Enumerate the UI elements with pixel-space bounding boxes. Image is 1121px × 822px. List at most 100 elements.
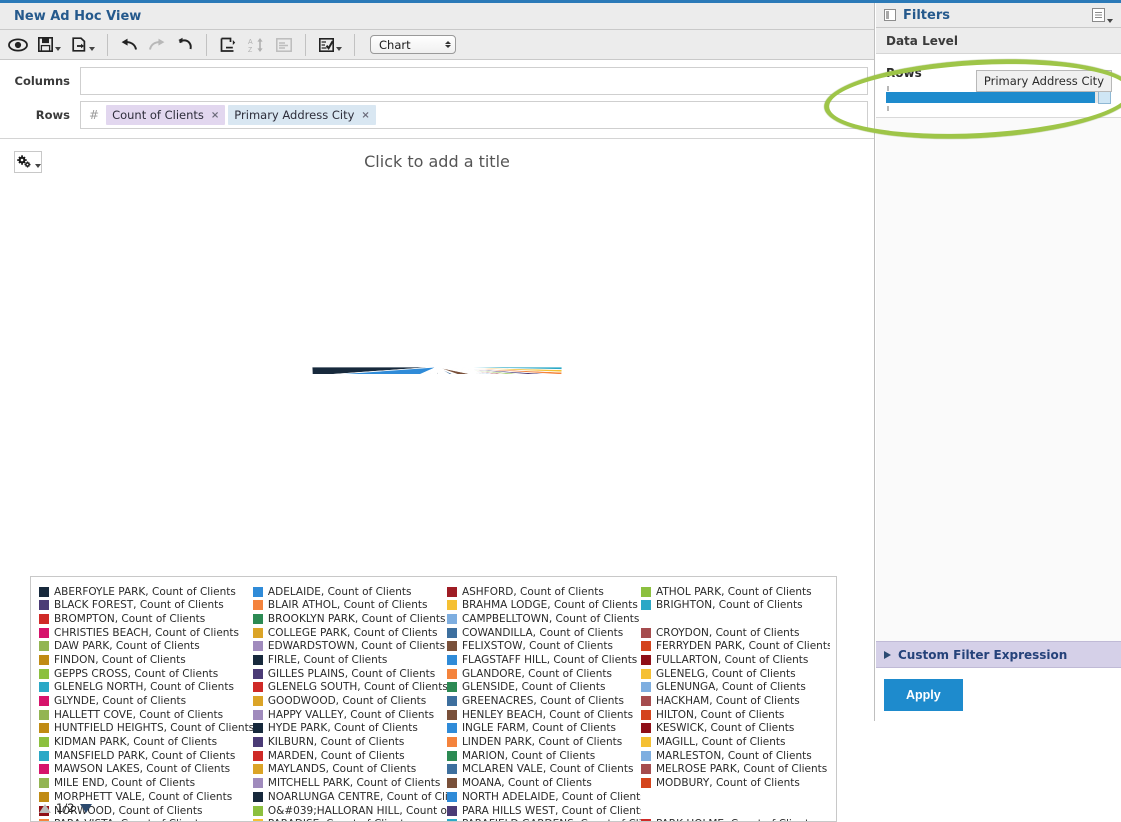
legend-item[interactable]: O&#039;HALLORAN HILL, Count of Clients bbox=[253, 805, 447, 817]
legend-item[interactable]: FELIXSTOW, Count of Clients bbox=[447, 640, 641, 652]
legend-item[interactable]: HACKHAM, Count of Clients bbox=[641, 695, 830, 707]
legend-item[interactable]: FLAGSTAFF HILL, Count of Clients bbox=[447, 654, 641, 666]
legend-item[interactable]: BRIGHTON, Count of Clients bbox=[641, 599, 830, 611]
display-options-icon[interactable] bbox=[313, 32, 347, 58]
legend-item[interactable]: GLENELG SOUTH, Count of Clients bbox=[253, 681, 447, 693]
legend-item[interactable]: MARION, Count of Clients bbox=[447, 750, 641, 762]
panel-toggle-icon[interactable] bbox=[884, 9, 896, 21]
rows-slider-knob[interactable] bbox=[1098, 91, 1111, 104]
legend-item[interactable]: BROMPTON, Count of Clients bbox=[39, 613, 253, 625]
revert-icon[interactable] bbox=[171, 32, 199, 58]
legend-item[interactable]: GILLES PLAINS, Count of Clients bbox=[253, 668, 447, 680]
legend-item[interactable]: LINDEN PARK, Count of Clients bbox=[447, 736, 641, 748]
legend-item[interactable]: PARADISE, Count of Clients bbox=[253, 818, 447, 822]
filters-menu-icon[interactable] bbox=[1092, 8, 1105, 22]
legend-item[interactable]: BROOKLYN PARK, Count of Clients bbox=[253, 613, 447, 625]
chip-remove-icon[interactable]: × bbox=[361, 110, 369, 121]
legend-item[interactable]: HUNTFIELD HEIGHTS, Count of Clients bbox=[39, 722, 253, 734]
save-dropdown-caret[interactable] bbox=[55, 47, 61, 51]
legend-item[interactable]: CAMPBELLTOWN, Count of Clients bbox=[447, 613, 641, 625]
rows-dropzone[interactable]: # Count of Clients × Primary Address Cit… bbox=[80, 101, 868, 129]
legend-item[interactable]: MANSFIELD PARK, Count of Clients bbox=[39, 750, 253, 762]
legend-item[interactable]: MAWSON LAKES, Count of Clients bbox=[39, 763, 253, 775]
triangle-down-icon[interactable] bbox=[80, 804, 92, 813]
chart-legend[interactable]: ABERFOYLE PARK, Count of ClientsADELAIDE… bbox=[30, 576, 837, 822]
legend-item[interactable]: HENLEY BEACH, Count of Clients bbox=[447, 709, 641, 721]
legend-item[interactable]: KILBURN, Count of Clients bbox=[253, 736, 447, 748]
summary-icon[interactable] bbox=[270, 32, 298, 58]
legend-item[interactable]: FIRLE, Count of Clients bbox=[253, 654, 447, 666]
legend-item[interactable]: MOANA, Count of Clients bbox=[447, 777, 641, 789]
legend-item[interactable]: PARAFIELD GARDENS, Count of Clients bbox=[447, 818, 641, 822]
field-chip-primary-address-city[interactable]: Primary Address City × bbox=[228, 105, 375, 125]
legend-item[interactable]: MITCHELL PARK, Count of Clients bbox=[253, 777, 447, 789]
legend-item[interactable]: DAW PARK, Count of Clients bbox=[39, 640, 253, 652]
legend-item[interactable]: CROYDON, Count of Clients bbox=[641, 627, 830, 639]
apply-button[interactable]: Apply bbox=[884, 679, 963, 711]
legend-item[interactable]: MCLAREN VALE, Count of Clients bbox=[447, 763, 641, 775]
legend-item[interactable]: INGLE FARM, Count of Clients bbox=[447, 722, 641, 734]
legend-item[interactable]: HILTON, Count of Clients bbox=[641, 709, 830, 721]
legend-item[interactable]: NORTH ADELAIDE, Count of Clients bbox=[447, 791, 641, 803]
legend-item[interactable]: HALLETT COVE, Count of Clients bbox=[39, 709, 253, 721]
legend-item[interactable]: BLACK FOREST, Count of Clients bbox=[39, 599, 253, 611]
legend-item[interactable]: GEPPS CROSS, Count of Clients bbox=[39, 668, 253, 680]
preview-eye-icon[interactable] bbox=[4, 32, 32, 58]
legend-item[interactable]: GLENSIDE, Count of Clients bbox=[447, 681, 641, 693]
legend-item[interactable]: CHRISTIES BEACH, Count of Clients bbox=[39, 627, 253, 639]
triangle-up-icon[interactable] bbox=[39, 804, 51, 813]
export-icon[interactable] bbox=[66, 32, 100, 58]
legend-item[interactable]: GREENACRES, Count of Clients bbox=[447, 695, 641, 707]
display-options-caret[interactable] bbox=[336, 47, 342, 51]
legend-item[interactable]: MAGILL, Count of Clients bbox=[641, 736, 830, 748]
custom-filter-expression-section[interactable]: Custom Filter Expression bbox=[876, 641, 1121, 668]
legend-item[interactable]: KESWICK, Count of Clients bbox=[641, 722, 830, 734]
legend-item[interactable]: MODBURY, Count of Clients bbox=[641, 777, 830, 789]
legend-item[interactable]: HAPPY VALLEY, Count of Clients bbox=[253, 709, 447, 721]
rows-slider-track[interactable]: Primary Address City bbox=[886, 92, 1111, 103]
legend-item[interactable]: KIDMAN PARK, Count of Clients bbox=[39, 736, 253, 748]
legend-item[interactable]: ATHOL PARK, Count of Clients bbox=[641, 586, 830, 598]
legend-item[interactable]: MARLESTON, Count of Clients bbox=[641, 750, 830, 762]
chart-title-placeholder[interactable]: Click to add a title bbox=[0, 152, 874, 171]
pie-chart[interactable] bbox=[0, 229, 874, 374]
legend-item[interactable]: ABERFOYLE PARK, Count of Clients bbox=[39, 586, 253, 598]
save-icon[interactable] bbox=[32, 32, 66, 58]
pie-chart-svg[interactable] bbox=[302, 229, 572, 374]
columns-dropzone[interactable] bbox=[80, 67, 868, 95]
legend-item[interactable]: HYDE PARK, Count of Clients bbox=[253, 722, 447, 734]
legend-item[interactable]: GLENELG, Count of Clients bbox=[641, 668, 830, 680]
filters-menu-caret[interactable] bbox=[1107, 19, 1113, 23]
legend-item[interactable]: PARA HILLS WEST, Count of Clients bbox=[447, 805, 641, 817]
legend-item[interactable]: ASHFORD, Count of Clients bbox=[447, 586, 641, 598]
legend-item[interactable]: PARK HOLME, Count of Clients bbox=[641, 818, 830, 822]
legend-item[interactable]: COLLEGE PARK, Count of Clients bbox=[253, 627, 447, 639]
legend-item[interactable]: ADELAIDE, Count of Clients bbox=[253, 586, 447, 598]
legend-item[interactable]: GLANDORE, Count of Clients bbox=[447, 668, 641, 680]
legend-item[interactable]: FINDON, Count of Clients bbox=[39, 654, 253, 666]
field-chip-count-of-clients[interactable]: Count of Clients × bbox=[106, 105, 225, 125]
legend-item[interactable]: GLENUNGA, Count of Clients bbox=[641, 681, 830, 693]
legend-item[interactable]: FERRYDEN PARK, Count of Clients bbox=[641, 640, 830, 652]
sort-icon[interactable]: AZ bbox=[242, 32, 270, 58]
undo-icon[interactable] bbox=[115, 32, 143, 58]
legend-item[interactable]: MILE END, Count of Clients bbox=[39, 777, 253, 789]
export-dropdown-caret[interactable] bbox=[89, 47, 95, 51]
legend-item[interactable]: COWANDILLA, Count of Clients bbox=[447, 627, 641, 639]
legend-item[interactable]: FULLARTON, Count of Clients bbox=[641, 654, 830, 666]
legend-item[interactable]: EDWARDSTOWN, Count of Clients bbox=[253, 640, 447, 652]
legend-item[interactable]: PARA VISTA, Count of Clients bbox=[39, 818, 253, 822]
legend-item[interactable]: MARDEN, Count of Clients bbox=[253, 750, 447, 762]
legend-item[interactable]: NOARLUNGA CENTRE, Count of Clients bbox=[253, 791, 447, 803]
legend-item[interactable]: GOODWOOD, Count of Clients bbox=[253, 695, 447, 707]
legend-item[interactable]: BLAIR ATHOL, Count of Clients bbox=[253, 599, 447, 611]
legend-item[interactable]: BRAHMA LODGE, Count of Clients bbox=[447, 599, 641, 611]
switch-group-icon[interactable] bbox=[214, 32, 242, 58]
chip-remove-icon[interactable]: × bbox=[211, 110, 219, 121]
chart-type-select[interactable]: Chart bbox=[370, 35, 456, 54]
legend-item[interactable]: GLYNDE, Count of Clients bbox=[39, 695, 253, 707]
legend-item[interactable]: GLENELG NORTH, Count of Clients bbox=[39, 681, 253, 693]
legend-item[interactable]: MELROSE PARK, Count of Clients bbox=[641, 763, 830, 775]
redo-icon[interactable] bbox=[143, 32, 171, 58]
chart-type-spinner-icon[interactable] bbox=[445, 41, 451, 48]
